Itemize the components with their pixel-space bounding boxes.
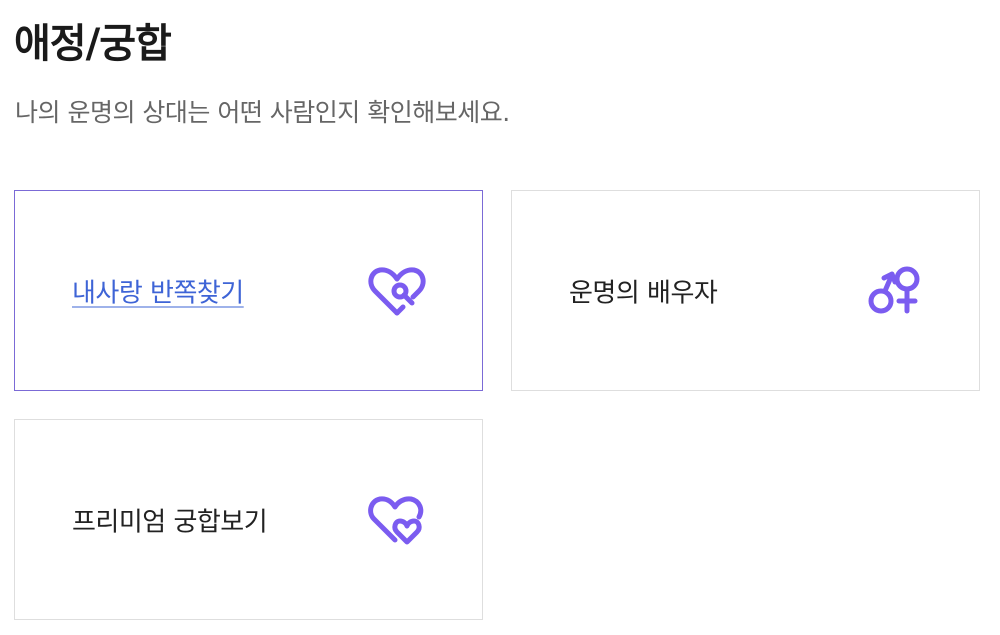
- double-heart-icon: [365, 488, 429, 552]
- male-female-icon: [862, 259, 926, 323]
- page-subtitle: 나의 운명의 상대는 어떤 사람인지 확인해보세요.: [15, 98, 510, 127]
- card-label[interactable]: 내사랑 반쪽찾기: [72, 272, 244, 309]
- card-label[interactable]: 운명의 배우자: [569, 272, 718, 309]
- page: 애정/궁합 나의 운명의 상대는 어떤 사람인지 확인해보세요. 내사랑 반쪽찾…: [0, 0, 1000, 635]
- card-premium-compatibility[interactable]: 프리미엄 궁합보기: [14, 419, 483, 620]
- page-title: 애정/궁합: [14, 21, 172, 67]
- card-label[interactable]: 프리미엄 궁합보기: [72, 501, 268, 538]
- heart-search-icon: [365, 259, 429, 323]
- card-destined-spouse[interactable]: 운명의 배우자: [511, 190, 980, 391]
- card-find-love[interactable]: 내사랑 반쪽찾기: [14, 190, 483, 391]
